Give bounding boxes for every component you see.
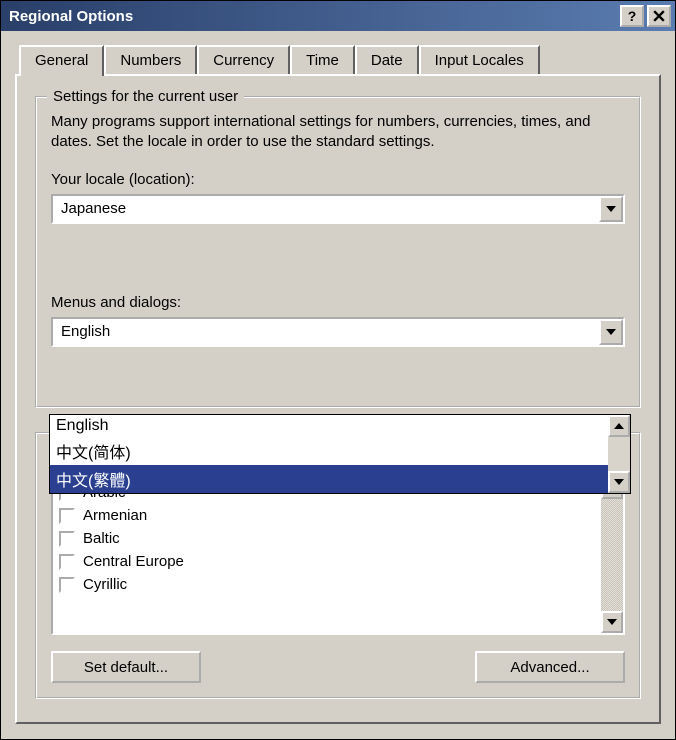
- close-icon: [653, 10, 665, 22]
- list-item-label: Baltic: [83, 530, 120, 547]
- checkbox[interactable]: [59, 577, 75, 593]
- listbox-scrollbar[interactable]: [601, 477, 623, 633]
- tab-general[interactable]: General: [19, 45, 104, 76]
- dropdown-item-zh-traditional[interactable]: 中文(繁體): [50, 465, 608, 493]
- button-label: Set default...: [84, 659, 168, 676]
- group-current-user: Settings for the current user Many progr…: [35, 96, 641, 408]
- menus-label: Menus and dialogs:: [51, 294, 625, 311]
- list-item[interactable]: Armenian: [59, 504, 595, 527]
- menus-value: English: [53, 323, 599, 340]
- tabstrip: General Numbers Currency Time Date Input…: [19, 45, 661, 74]
- set-default-button[interactable]: Set default...: [51, 651, 201, 683]
- tab-label: Numbers: [120, 52, 181, 69]
- tab-time[interactable]: Time: [290, 45, 355, 74]
- locale-combo-button[interactable]: [599, 196, 623, 222]
- tab-label: Input Locales: [435, 52, 524, 69]
- dropdown-item-zh-simplified[interactable]: 中文(简体): [50, 437, 608, 465]
- dropdown-item-label: 中文(繁體): [56, 473, 131, 490]
- dropdown-items: English 中文(简体) 中文(繁體): [50, 415, 608, 493]
- tab-numbers[interactable]: Numbers: [104, 45, 197, 74]
- tab-currency[interactable]: Currency: [197, 45, 290, 74]
- list-item[interactable]: Central Europe: [59, 550, 595, 573]
- list-item-label: Central Europe: [83, 553, 184, 570]
- list-item-label: Armenian: [83, 507, 147, 524]
- window-title: Regional Options: [9, 8, 617, 25]
- group-title: Settings for the current user: [47, 88, 244, 105]
- checkbox[interactable]: [59, 554, 75, 570]
- chevron-down-icon: [607, 619, 617, 625]
- listbox-items: Arabic Armenian Baltic Central Euro: [53, 477, 601, 633]
- dropdown-item-label: English: [56, 417, 108, 434]
- titlebar: Regional Options ?: [1, 1, 675, 31]
- dropdown-item-label: 中文(简体): [56, 445, 131, 462]
- chevron-up-icon: [614, 423, 624, 429]
- scroll-track[interactable]: [601, 499, 623, 611]
- checkbox[interactable]: [59, 531, 75, 547]
- tab-input-locales[interactable]: Input Locales: [419, 45, 540, 74]
- tab-label: General: [35, 52, 88, 69]
- list-item-label: Cyrillic: [83, 576, 127, 593]
- languages-listbox[interactable]: Arabic Armenian Baltic Central Euro: [51, 475, 625, 635]
- tab-label: Date: [371, 52, 403, 69]
- scroll-up-button[interactable]: [608, 415, 630, 437]
- tab-label: Currency: [213, 52, 274, 69]
- tabpanel-general: Settings for the current user Many progr…: [15, 74, 661, 724]
- close-button[interactable]: [647, 5, 671, 27]
- scroll-down-button[interactable]: [608, 471, 630, 493]
- scroll-down-button[interactable]: [601, 611, 623, 633]
- button-label: Advanced...: [510, 659, 589, 676]
- menus-combo[interactable]: English: [51, 317, 625, 347]
- button-row: Set default... Advanced...: [51, 651, 625, 683]
- locale-label: Your locale (location):: [51, 171, 625, 188]
- client-area: General Numbers Currency Time Date Input…: [1, 31, 675, 739]
- locale-value: Japanese: [53, 200, 599, 217]
- locale-combo[interactable]: Japanese: [51, 194, 625, 224]
- advanced-button[interactable]: Advanced...: [475, 651, 625, 683]
- help-button[interactable]: ?: [620, 5, 644, 27]
- tab-label: Time: [306, 52, 339, 69]
- chevron-down-icon: [606, 206, 616, 212]
- tab-date[interactable]: Date: [355, 45, 419, 74]
- menus-combo-button[interactable]: [599, 319, 623, 345]
- dropdown-item-english[interactable]: English: [50, 415, 608, 437]
- menus-dropdown[interactable]: English 中文(简体) 中文(繁體): [49, 414, 631, 494]
- checkbox[interactable]: [59, 508, 75, 524]
- list-item[interactable]: Cyrillic: [59, 573, 595, 596]
- group-desc: Many programs support international sett…: [51, 112, 625, 153]
- chevron-down-icon: [614, 479, 624, 485]
- list-item[interactable]: Baltic: [59, 527, 595, 550]
- chevron-down-icon: [606, 329, 616, 335]
- dropdown-scrollbar[interactable]: [608, 415, 630, 493]
- window: Regional Options ? General Numbers Curre…: [0, 0, 676, 740]
